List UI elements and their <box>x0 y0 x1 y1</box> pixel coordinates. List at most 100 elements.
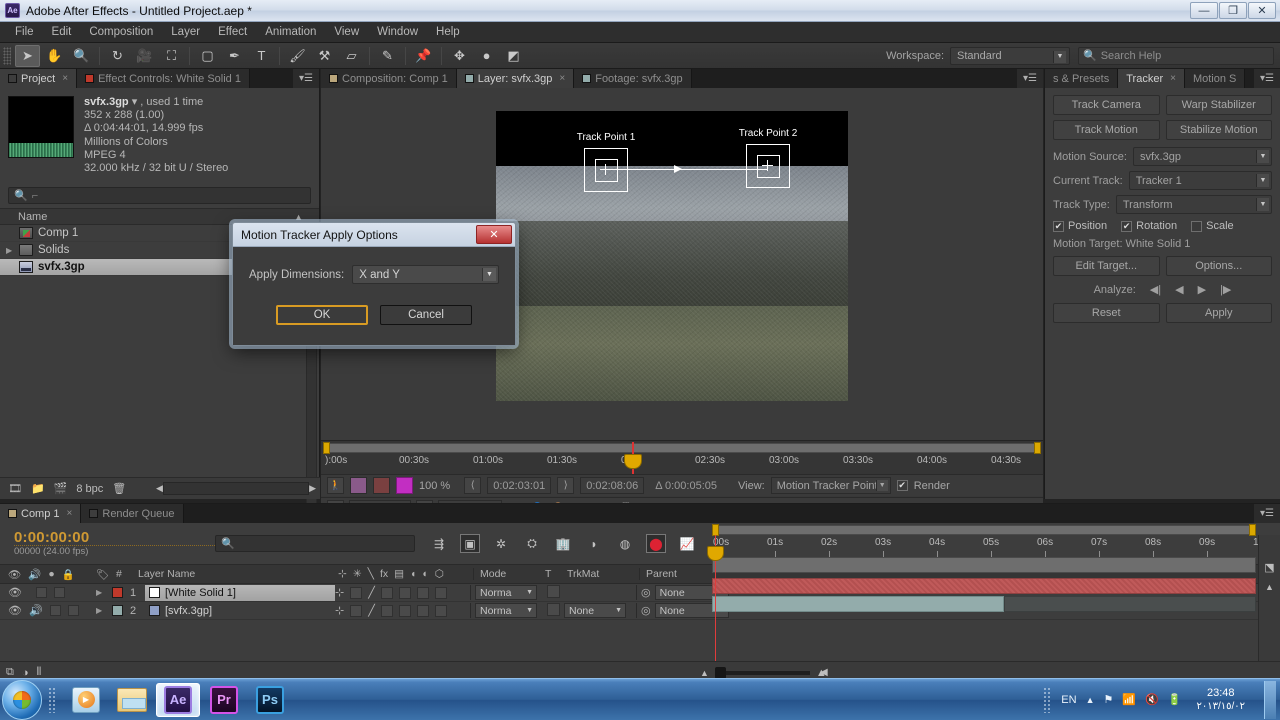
type-tool-icon[interactable]: T <box>249 45 274 67</box>
layer-label-color[interactable] <box>112 605 123 616</box>
render-checkbox[interactable]: ✔ <box>896 480 908 491</box>
layer-audio-toggle-icon[interactable]: 🔊 <box>29 604 43 617</box>
language-indicator[interactable]: EN <box>1061 694 1076 706</box>
action-center-flag-icon[interactable]: ⚑ <box>1103 693 1113 706</box>
graph-editor-icon[interactable]: 📈 <box>677 534 697 553</box>
tracker-tab-1[interactable]: Tracker × <box>1118 69 1185 88</box>
layer-collapse-switch[interactable] <box>350 586 363 599</box>
track-camera-button[interactable]: Track Camera <box>1053 95 1160 115</box>
tracker-checkbox-scale[interactable]: Scale <box>1191 220 1234 232</box>
layer-t-toggle[interactable] <box>546 584 560 598</box>
taskbar-item-photoshop[interactable]: Ps <box>248 683 292 717</box>
checkbox-icon[interactable]: ✔ <box>1053 220 1064 232</box>
panel-menu-icon[interactable]: ▾☰ <box>293 69 319 88</box>
color-swatch[interactable] <box>396 477 413 494</box>
maximize-button[interactable]: ❐ <box>1219 2 1247 19</box>
layer-lock-toggle[interactable] <box>67 605 79 616</box>
layer-video-toggle-icon[interactable]: 👁 <box>8 586 22 599</box>
stabilize-motion-button[interactable]: Stabilize Motion <box>1165 120 1272 140</box>
pen-tool-icon[interactable]: ✒ <box>222 45 247 67</box>
layer-mode-select[interactable]: Norma ▼ <box>475 603 537 618</box>
search-help-input[interactable]: 🔍 Search Help <box>1078 46 1274 65</box>
auto-keyframe-icon[interactable]: ◍ <box>615 534 635 553</box>
scroll-right-icon[interactable]: ▶ <box>309 483 316 494</box>
layer-anchor-switch-icon[interactable]: ⊹ <box>335 586 344 599</box>
toolbar-grip-icon[interactable] <box>3 46 11 65</box>
layer-collapse-switch[interactable] <box>350 604 363 617</box>
timeline-duration-bar[interactable] <box>712 557 1256 573</box>
workspace-select[interactable]: Standard ▼ <box>950 46 1070 65</box>
viewer-tab-0[interactable]: Composition: Comp 1 <box>321 69 457 88</box>
tray-grip-icon[interactable] <box>1043 686 1053 713</box>
disclosure-triangle-icon[interactable]: ▶ <box>6 246 14 255</box>
out-point-value[interactable]: 0:02:08:06 <box>580 477 645 494</box>
menu-item-animation[interactable]: Animation <box>256 24 325 40</box>
layer-3d-switch[interactable] <box>434 604 447 617</box>
new-folder-icon[interactable]: 📁 <box>31 482 45 495</box>
layer-frameblend-switch[interactable] <box>398 586 411 599</box>
anchor-dot-icon[interactable]: ● <box>474 45 499 67</box>
menu-item-effect[interactable]: Effect <box>209 24 256 40</box>
view-mode-select[interactable]: Motion Tracker Points ▼ <box>770 477 891 494</box>
timeline-time-indicator-head[interactable] <box>707 546 724 561</box>
layer-bar-white-solid[interactable] <box>712 578 1256 594</box>
zoom-slider-thumb[interactable] <box>714 666 726 679</box>
layer-motionblur-switch[interactable] <box>416 604 429 617</box>
menu-item-window[interactable]: Window <box>368 24 427 40</box>
set-in-point-icon[interactable]: ⟨ <box>464 477 482 494</box>
viewer-tab-2[interactable]: Footage: svfx.3gp <box>574 69 692 88</box>
camera-orbit-tool-icon[interactable]: 🎥 <box>132 45 157 67</box>
viewer-time-indicator-head[interactable] <box>624 454 642 469</box>
work-area-end-handle[interactable] <box>1034 442 1041 454</box>
layer-name-cell[interactable]: [White Solid 1] <box>145 584 335 601</box>
timeline-tab-1[interactable]: Render Queue <box>81 504 184 523</box>
in-point-value[interactable]: 0:02:03:01 <box>487 477 552 494</box>
close-icon[interactable]: × <box>67 508 73 519</box>
dialog-ok-button[interactable]: OK <box>276 305 368 325</box>
checkbox-icon[interactable] <box>1191 220 1203 232</box>
start-button[interactable] <box>2 679 42 720</box>
viewer-time-indicator[interactable] <box>624 442 642 475</box>
draft-3d-icon[interactable]: ▣ <box>460 534 480 553</box>
track-attach-point-icon[interactable] <box>762 160 773 171</box>
menu-item-help[interactable]: Help <box>427 24 469 40</box>
bit-depth-label[interactable]: 8 bpc <box>76 483 103 495</box>
clock[interactable]: 23:48 ٢٠١٣/١٥/٠٢ <box>1190 686 1251 714</box>
taskbar-item-explorer[interactable] <box>110 683 154 717</box>
alpha-icon[interactable] <box>373 477 390 494</box>
selection-tool-icon[interactable]: ➤ <box>15 44 40 67</box>
layer-3d-switch[interactable] <box>434 586 447 599</box>
project-search-input[interactable]: 🔍 ⌐ <box>8 187 311 205</box>
layer-bar-svfx[interactable] <box>712 596 1004 612</box>
menu-item-layer[interactable]: Layer <box>162 24 209 40</box>
layer-name-cell[interactable]: [svfx.3gp] <box>145 603 335 619</box>
menu-item-composition[interactable]: Composition <box>80 24 162 40</box>
target-person-icon[interactable]: 🚶 <box>327 477 344 494</box>
layer-label-color[interactable] <box>112 587 123 598</box>
track-feature-region[interactable] <box>595 159 618 182</box>
network-warning-icon[interactable]: 📶 <box>1122 693 1136 706</box>
close-icon[interactable]: × <box>559 73 565 84</box>
zoom-out-icon[interactable]: ▲ <box>700 668 709 678</box>
roto-brush-tool-icon[interactable]: ✎ <box>375 45 400 67</box>
dialog-cancel-button[interactable]: Cancel <box>380 305 472 325</box>
layer-frameblend-switch[interactable] <box>398 604 411 617</box>
layer-video-toggle-icon[interactable]: 👁 <box>8 604 22 617</box>
hand-tool-icon[interactable]: ✋ <box>42 45 67 67</box>
parent-pickwhip-icon[interactable]: ◎ <box>641 604 651 617</box>
brainstorm-icon[interactable]: ◗ <box>584 534 604 553</box>
asset-dropdown-icon[interactable]: ▾ <box>132 96 138 108</box>
layer-trkmat-select[interactable]: None ▼ <box>564 603 626 618</box>
layer-lock-toggle[interactable] <box>53 587 65 598</box>
close-icon[interactable]: × <box>62 73 68 84</box>
layer-solo-toggle[interactable] <box>35 587 47 598</box>
layer-solo-toggle[interactable] <box>49 605 61 616</box>
layer-t-toggle[interactable] <box>546 602 560 616</box>
analyze-back-one-icon[interactable]: ◀| <box>1150 283 1161 296</box>
minimize-button[interactable]: — <box>1190 2 1218 19</box>
taskbar-item-after-effects[interactable]: Ae <box>156 682 200 717</box>
track-type-select[interactable]: Transform ▼ <box>1115 195 1272 214</box>
tracker-tab-2[interactable]: Motion S <box>1184 69 1246 88</box>
timeline-zoom-slider[interactable] <box>714 666 810 679</box>
apply-dimensions-select[interactable]: X and Y ▼ <box>352 265 499 284</box>
